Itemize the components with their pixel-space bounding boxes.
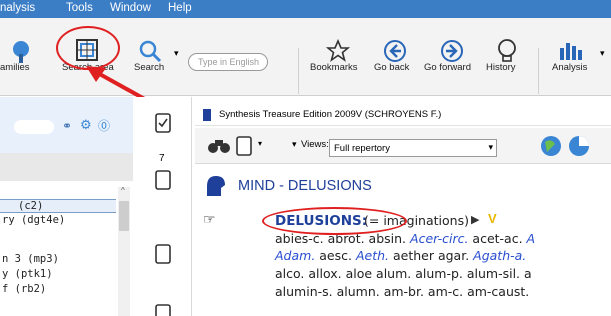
go-back-arrow-icon[interactable] [383,39,407,63]
menu-bar: nalysis Tools Window Help [0,0,611,18]
analysis-button-label[interactable]: Analysis [552,62,587,73]
views-label: Views: [301,139,329,150]
clipboard-add-icon[interactable] [235,134,255,158]
left-panel-header: ⚭ ⚙ ⓪ [0,97,133,153]
search-input[interactable]: Type in English [188,53,268,71]
clipboard-strip: 7 [134,97,192,316]
history-button-label[interactable]: History [486,62,516,73]
menu-window[interactable]: Window [110,2,151,14]
v-marker-icon: V [488,211,497,226]
remedy-line: alumin-s. alumn. am-br. am-c. am-caust. [275,284,530,299]
toolbar-separator [298,48,299,94]
views-select[interactable]: Full repertory ▾ [329,139,497,157]
list-item[interactable]: f (rb2) [0,283,46,295]
link-icon[interactable]: ⚭ [62,119,72,133]
scroll-up-icon[interactable]: ^ [121,186,125,195]
left-panel-band [0,153,133,181]
analysis-chart-icon[interactable] [558,40,584,62]
bookmark-star-icon[interactable] [326,39,350,63]
left-filter-input[interactable] [14,120,54,134]
left-panel: ⚭ ⚙ ⓪ (c2) ry (dgt4e) n 3 (mp3) y (ptk1)… [0,97,133,316]
pointing-hand-icon: ☞ [203,211,216,227]
gear-icon[interactable]: ⚙ [80,117,92,133]
book-icon [203,109,211,121]
search-magnifier-icon[interactable] [138,40,164,62]
remedy-line: Adam. aesc. Aeth. aether agar. Agath-a. [275,248,527,263]
list-item[interactable]: ry (dgt4e) [0,214,65,226]
go-back-button-label[interactable]: Go back [374,62,409,73]
select-chevron-icon[interactable]: ▾ [488,142,493,153]
clipboard-count: 7 [159,153,165,164]
bookmarks-button-label[interactable]: Bookmarks [310,62,358,73]
toolbar-separator [538,48,539,94]
views-select-value: Full repertory [334,143,390,154]
history-bulb-icon[interactable] [495,38,519,64]
repertory-title: Synthesis Treasure Edition 2009V (SCHROY… [219,109,442,120]
mind-head-icon [207,176,225,196]
clipboard-icon[interactable] [154,302,172,316]
arrow-marker-icon: ▶ [471,214,480,226]
views-dropdown-arrow-icon[interactable]: ▾ [292,139,297,150]
clipboard-icon[interactable] [154,168,172,190]
list-item[interactable]: (c2) [0,199,116,213]
binoculars-icon[interactable] [207,137,231,155]
clipboard-dropdown-icon[interactable]: ▾ [258,139,262,148]
go-forward-arrow-icon[interactable] [440,39,464,63]
families-tree-icon[interactable] [8,40,34,64]
rubric-title: MIND - DELUSIONS [238,178,372,194]
help-icon[interactable]: ⓪ [98,117,110,134]
go-forward-button-label[interactable]: Go forward [424,62,471,73]
left-scrollbar[interactable] [118,187,130,316]
clipboard-icon[interactable] [154,242,172,264]
menu-analysis[interactable]: nalysis [0,2,35,14]
chevron-down-icon[interactable]: ▾ [174,48,179,59]
remedy-line: alco. allox. aloe alum. alum-p. alum-sil… [275,266,532,281]
menu-help[interactable]: Help [168,2,192,14]
repertory-title-bar: Synthesis Treasure Edition 2009V (SCHROY… [195,104,611,126]
list-item[interactable]: n 3 (mp3) [0,253,59,265]
menu-tools[interactable]: Tools [66,2,93,14]
scrollbar-thumb[interactable] [119,201,129,231]
annotation-circle [262,207,407,235]
globe-icon[interactable] [539,134,563,158]
clipboard-check-icon[interactable] [154,111,172,133]
families-button-label[interactable]: amilies [0,62,30,73]
list-item[interactable]: y (ptk1) [0,268,53,280]
analysis-dropdown-icon[interactable]: ▾ [600,48,605,59]
pie-chart-icon[interactable] [567,134,591,158]
